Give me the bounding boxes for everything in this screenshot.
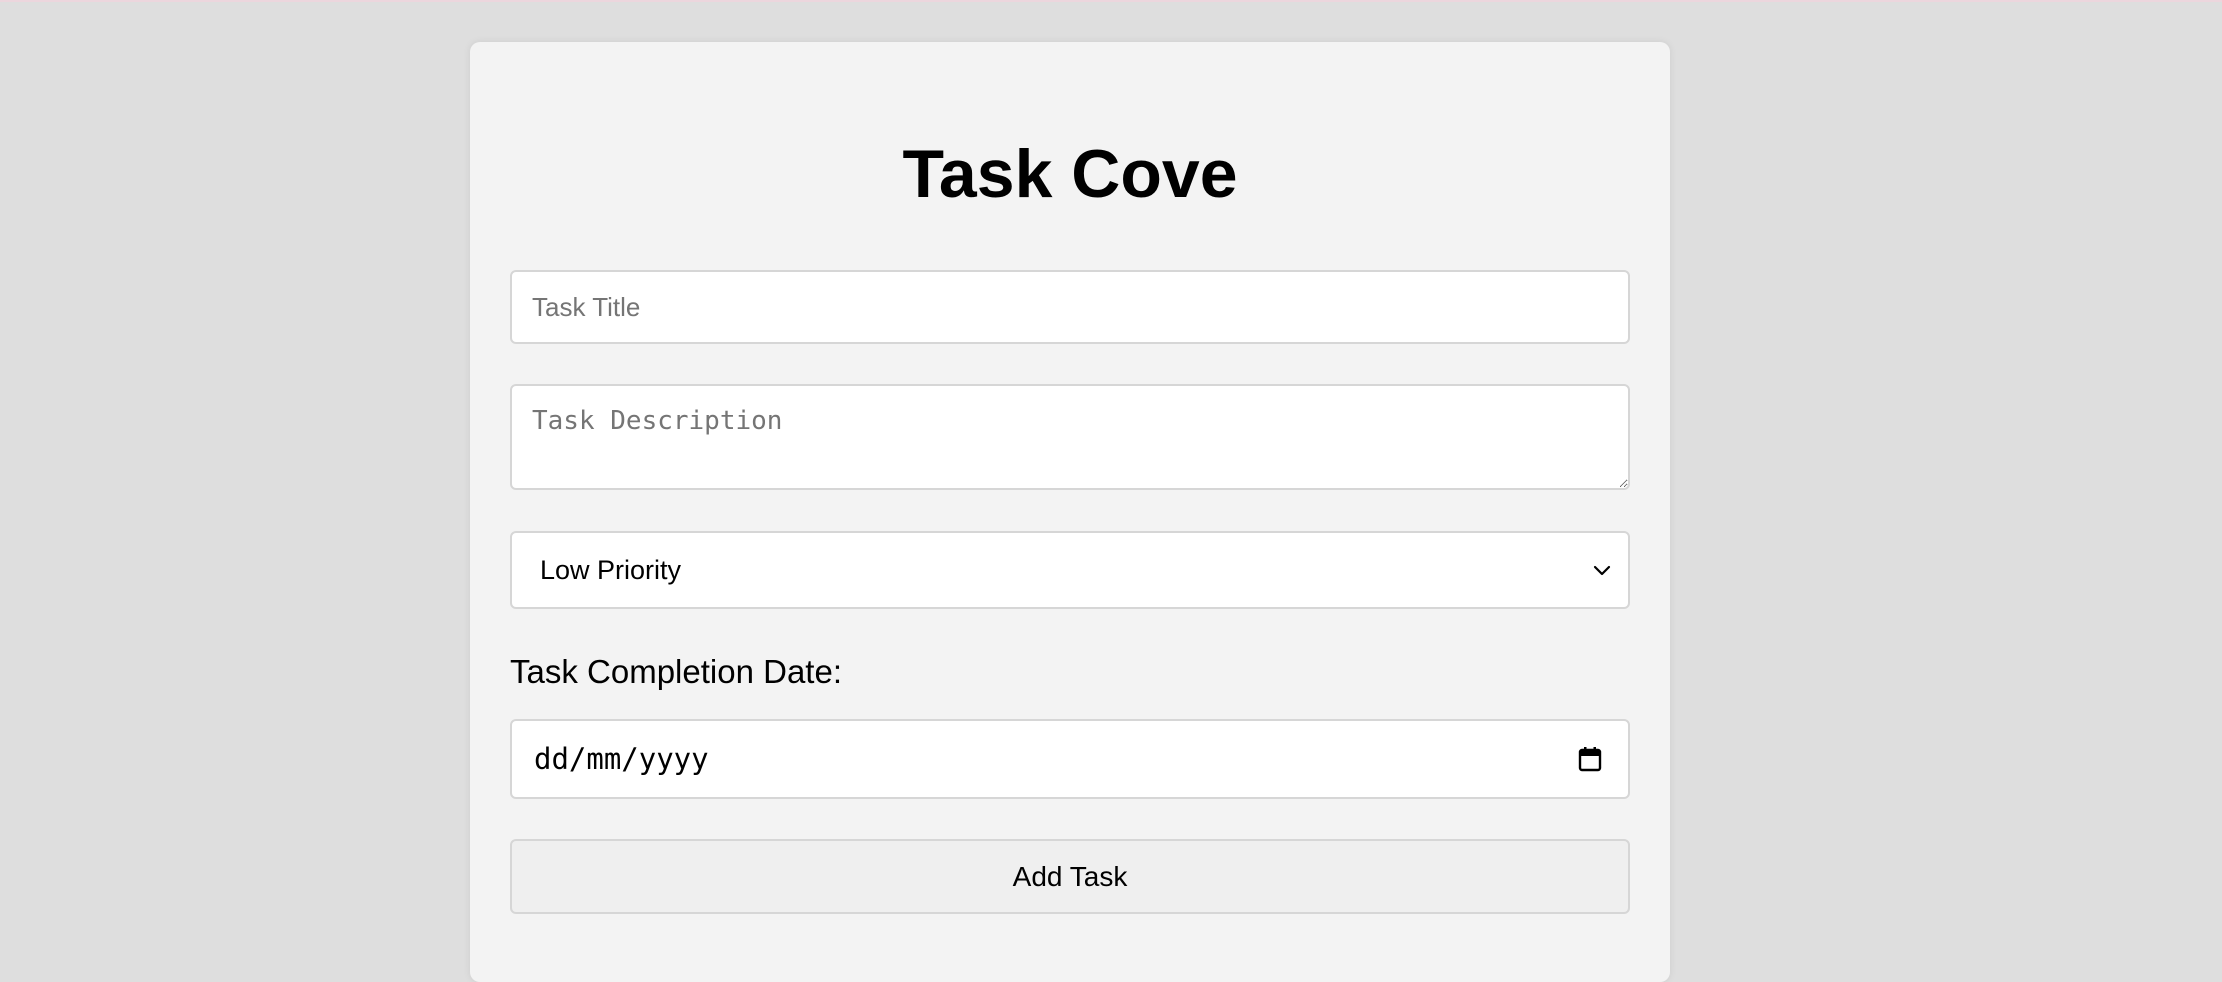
add-task-button[interactable]: Add Task — [510, 839, 1630, 914]
task-description-input[interactable] — [510, 384, 1630, 490]
date-input-value: dd/mm/yyyy — [534, 742, 709, 776]
task-form-card: Task Cove Low Priority Task Completion D… — [470, 42, 1670, 982]
top-border-line — [0, 0, 2222, 2]
priority-select[interactable]: Low Priority — [510, 531, 1630, 609]
app-title: Task Cove — [902, 136, 1238, 212]
completion-date-label: Task Completion Date: — [510, 653, 842, 690]
priority-select-value: Low Priority — [540, 554, 682, 585]
completion-date-input[interactable]: dd/mm/yyyy — [510, 719, 1630, 799]
chevron-down-icon — [1593, 565, 1611, 576]
calendar-icon[interactable] — [1578, 746, 1602, 772]
task-title-input[interactable] — [510, 270, 1630, 344]
